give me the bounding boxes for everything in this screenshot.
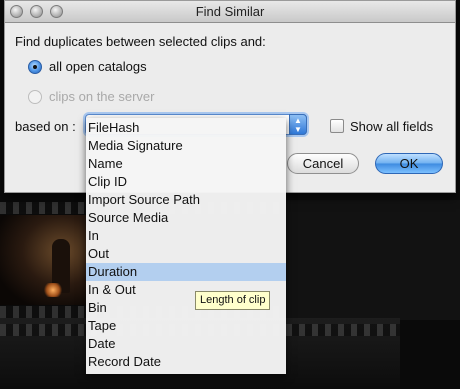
dropdown-item-date[interactable]: Date	[86, 335, 286, 353]
option-all-open-catalogs[interactable]: all open catalogs	[28, 59, 147, 74]
show-all-fields-checkbox[interactable]	[330, 119, 344, 133]
dropdown-item-in[interactable]: In	[86, 227, 286, 245]
option-label: all open catalogs	[49, 59, 147, 74]
tooltip: Length of clip	[195, 291, 271, 310]
option-clips-on-server[interactable]: clips on the server	[28, 89, 155, 104]
dropdown-item-source-media[interactable]: Source Media	[86, 209, 286, 227]
based-on-dropdown-list: FileHash Media Signature Name Clip ID Im…	[86, 118, 286, 374]
cancel-button[interactable]: Cancel	[287, 153, 359, 174]
option-label: clips on the server	[49, 89, 155, 104]
background-panel	[286, 200, 460, 320]
select-arrows-icon[interactable]: ▲ ▼	[289, 114, 307, 135]
radio-button-disabled[interactable]	[28, 89, 42, 104]
dialog-prompt: Find duplicates between selected clips a…	[15, 34, 266, 49]
thumbnail-light	[44, 283, 62, 297]
radio-button-selected[interactable]	[28, 59, 42, 74]
dropdown-item-clip-id[interactable]: Clip ID	[86, 173, 286, 191]
dropdown-item-import-source-path[interactable]: Import Source Path	[86, 191, 286, 209]
window-title: Find Similar	[195, 4, 265, 19]
dropdown-item-record-date[interactable]: Record Date	[86, 353, 286, 371]
dropdown-item-tape[interactable]: Tape	[86, 317, 286, 335]
dropdown-item-media-signature[interactable]: Media Signature	[86, 137, 286, 155]
based-on-label: based on :	[15, 119, 76, 134]
video-thumbnail[interactable]	[0, 215, 88, 305]
dropdown-item-filehash[interactable]: FileHash	[86, 119, 286, 137]
title-bar[interactable]: Find Similar	[5, 1, 455, 23]
dropdown-item-duration[interactable]: Duration	[86, 263, 286, 281]
ok-button[interactable]: OK	[375, 153, 443, 174]
show-all-fields-label[interactable]: Show all fields	[350, 119, 433, 134]
dropdown-item-out[interactable]: Out	[86, 245, 286, 263]
dropdown-item-name[interactable]: Name	[86, 155, 286, 173]
